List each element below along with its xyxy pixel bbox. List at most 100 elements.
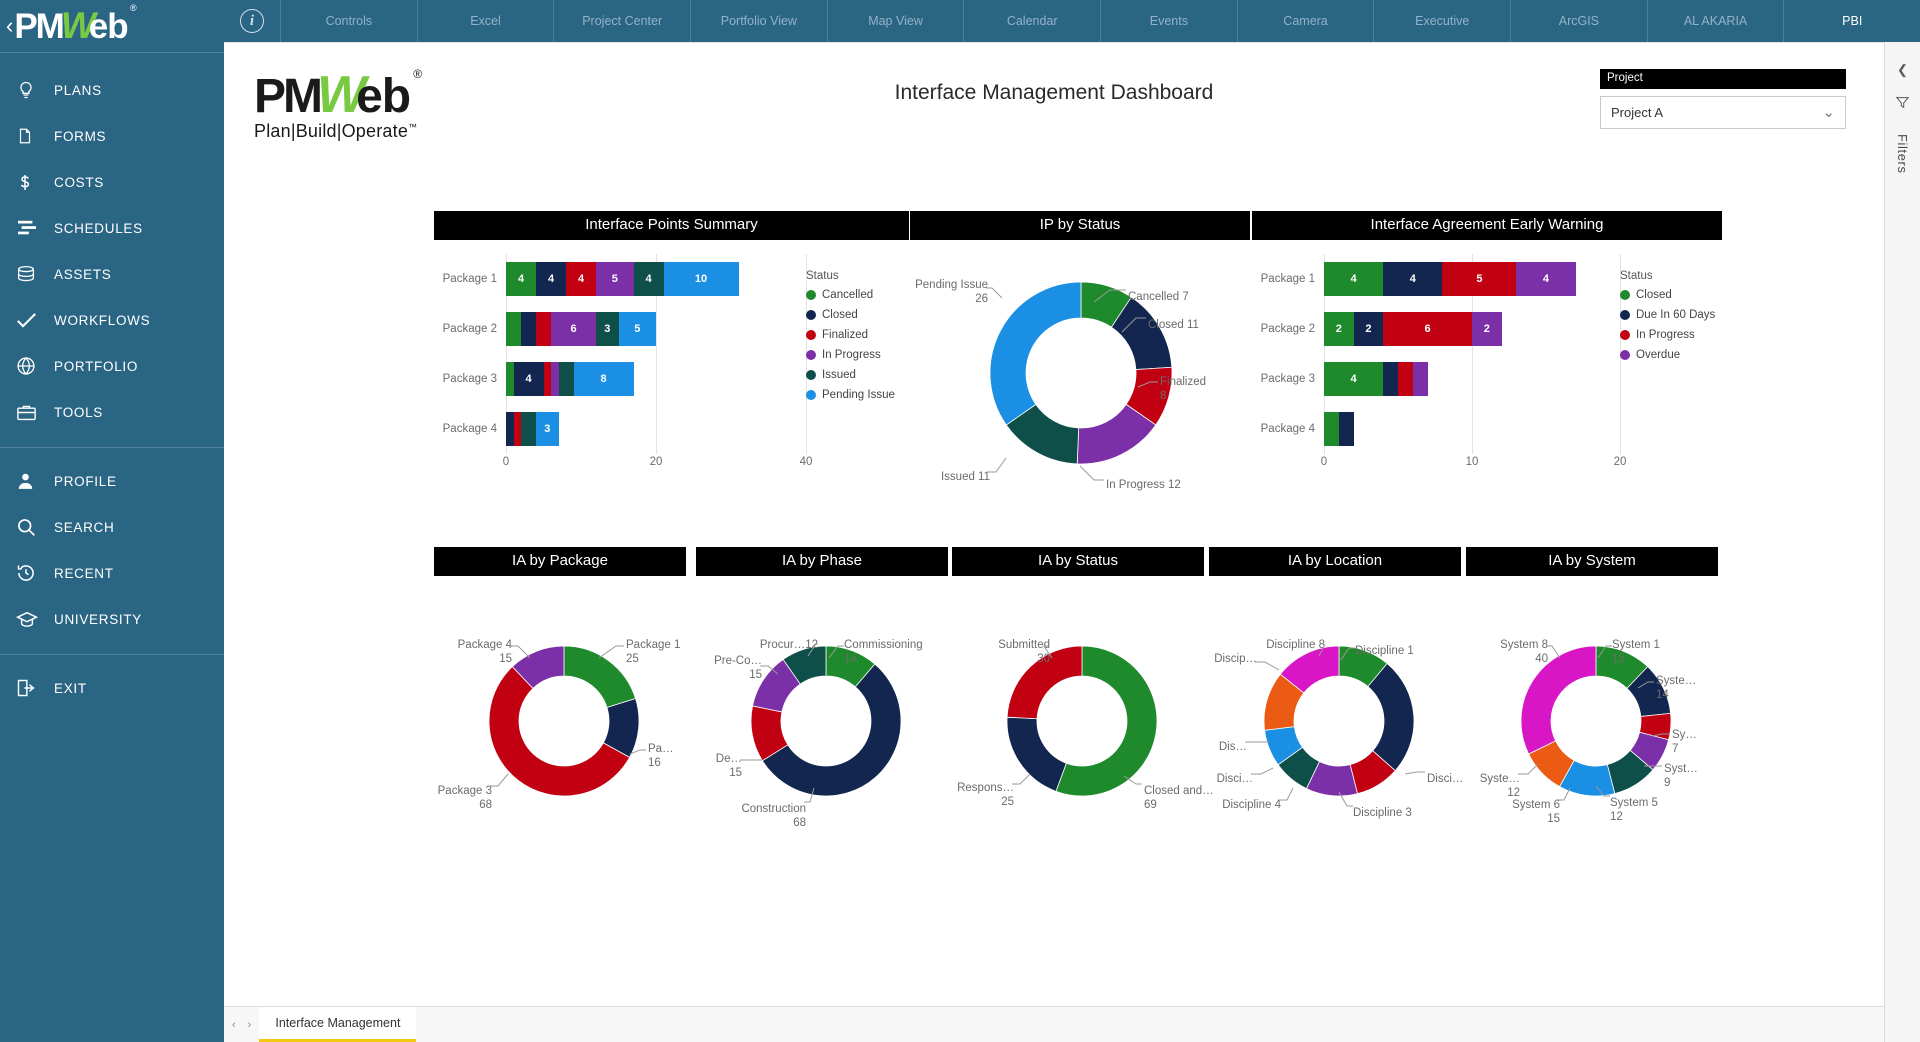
bar-category-label: Package 4 xyxy=(1252,423,1324,435)
tab-executive[interactable]: Executive xyxy=(1373,0,1510,42)
tab-map-view[interactable]: Map View xyxy=(827,0,964,42)
legend-color-dot xyxy=(1620,330,1630,340)
sidebar-item-university[interactable]: UNIVERSITY xyxy=(0,596,224,642)
bar-segment[interactable]: 4 xyxy=(1516,262,1575,296)
legend-item[interactable]: Finalized xyxy=(806,329,895,341)
chevron-left-icon[interactable]: ❮ xyxy=(1897,62,1908,78)
tab-excel[interactable]: Excel xyxy=(417,0,554,42)
bar-segment[interactable] xyxy=(536,312,551,346)
tab-portfolio-view[interactable]: Portfolio View xyxy=(690,0,827,42)
bar-segment[interactable] xyxy=(544,362,552,396)
page-tab-interface-management[interactable]: Interface Management xyxy=(259,1007,416,1042)
bar-segment[interactable] xyxy=(506,412,514,446)
tab-calendar[interactable]: Calendar xyxy=(963,0,1100,42)
bar-segment[interactable] xyxy=(559,362,574,396)
bar-segment[interactable]: 4 xyxy=(566,262,596,296)
filter-icon[interactable] xyxy=(1896,96,1909,112)
bar-stack: 4445410 xyxy=(506,262,739,296)
bar-segment[interactable]: 10 xyxy=(664,262,739,296)
sidebar-item-exit[interactable]: EXIT xyxy=(0,665,224,711)
donut-wrap: Commissioning14Construction68De…15Pre-Co… xyxy=(696,576,948,846)
lightbulb-icon xyxy=(16,80,54,100)
filters-label[interactable]: Filters xyxy=(1895,134,1910,174)
bar-segment[interactable] xyxy=(1324,412,1339,446)
sidebar-item-forms[interactable]: FORMS xyxy=(0,113,224,159)
tab-controls[interactable]: Controls xyxy=(280,0,417,42)
sidebar-item-schedules[interactable]: SCHEDULES xyxy=(0,205,224,251)
bar-segment[interactable] xyxy=(514,412,522,446)
sidebar-item-plans[interactable]: PLANS xyxy=(0,67,224,113)
tab-project-center[interactable]: Project Center xyxy=(553,0,690,42)
bar-segment[interactable]: 4 xyxy=(514,362,544,396)
bar-segment[interactable] xyxy=(521,312,536,346)
tab-pbi[interactable]: PBI xyxy=(1783,0,1920,42)
bar-segment[interactable]: 2 xyxy=(1472,312,1502,346)
tab-al-akaria[interactable]: AL AKARIA xyxy=(1647,0,1784,42)
legend-item[interactable]: Issued xyxy=(806,369,895,381)
page-next-icon[interactable]: › xyxy=(248,1019,252,1031)
sidebar-item-tools[interactable]: TOOLS xyxy=(0,389,224,435)
bar-track: 3 xyxy=(506,404,909,454)
legend-item[interactable]: Overdue xyxy=(1620,349,1715,361)
bar-segment[interactable]: 5 xyxy=(596,262,634,296)
sidebar-item-workflows[interactable]: WORKFLOWS xyxy=(0,297,224,343)
sidebar-item-label: TOOLS xyxy=(54,405,103,420)
bar-category-label: Package 1 xyxy=(1252,273,1324,285)
info-button[interactable]: i xyxy=(224,0,280,42)
bar-segment[interactable]: 2 xyxy=(1324,312,1354,346)
bar-segment[interactable]: 2 xyxy=(1354,312,1384,346)
bar-segment[interactable] xyxy=(1383,362,1398,396)
legend-item[interactable]: Closed xyxy=(1620,289,1715,301)
tab-events[interactable]: Events xyxy=(1100,0,1237,42)
bar-stack: 635 xyxy=(506,312,656,346)
sidebar-collapse-icon[interactable]: ‹ xyxy=(6,15,13,37)
bar-segment[interactable]: 4 xyxy=(1324,362,1383,396)
project-select[interactable]: Project A ⌄ xyxy=(1600,96,1846,129)
bar-segment[interactable] xyxy=(551,362,559,396)
legend-color-dot xyxy=(806,330,816,340)
bar-segment[interactable]: 4 xyxy=(634,262,664,296)
bar-segment[interactable]: 5 xyxy=(1442,262,1516,296)
sidebar-item-label: SCHEDULES xyxy=(54,221,143,236)
bar-segment[interactable] xyxy=(506,312,521,346)
sidebar-item-label: PLANS xyxy=(54,83,102,98)
bar-segment[interactable]: 6 xyxy=(1383,312,1472,346)
bar-segment[interactable] xyxy=(1398,362,1413,396)
sidebar-item-label: RECENT xyxy=(54,566,114,581)
bar-segment[interactable]: 4 xyxy=(1324,262,1383,296)
bar-segment[interactable]: 5 xyxy=(619,312,657,346)
bar-segment[interactable] xyxy=(1413,362,1428,396)
legend-item[interactable]: Closed xyxy=(806,309,895,321)
bar-segment[interactable] xyxy=(506,362,514,396)
sidebar-item-recent[interactable]: RECENT xyxy=(0,550,224,596)
sidebar-item-profile[interactable]: PROFILE xyxy=(0,458,224,504)
legend-item[interactable]: Due In 60 Days xyxy=(1620,309,1715,321)
sidebar-item-assets[interactable]: ASSETS xyxy=(0,251,224,297)
bar-segment[interactable]: 8 xyxy=(574,362,634,396)
bar-segment[interactable]: 6 xyxy=(551,312,596,346)
chart-legend: Status Closed Due In 60 Days In Progress… xyxy=(1620,270,1715,369)
bar-segment[interactable]: 4 xyxy=(506,262,536,296)
tab-camera[interactable]: Camera xyxy=(1237,0,1374,42)
legend-item[interactable]: Cancelled xyxy=(806,289,895,301)
brand-registered-icon: ® xyxy=(130,3,137,13)
bar-segment[interactable] xyxy=(521,412,536,446)
leader-lines xyxy=(1209,576,1461,846)
bar-segment[interactable]: 4 xyxy=(1383,262,1442,296)
bar-segment[interactable]: 4 xyxy=(536,262,566,296)
legend-item[interactable]: In Progress xyxy=(1620,329,1715,341)
sidebar-item-costs[interactable]: COSTS xyxy=(0,159,224,205)
legend-item[interactable]: In Progress xyxy=(806,349,895,361)
bar-segment[interactable] xyxy=(1339,412,1354,446)
pmweb-logo[interactable]: ‹ PM W eb ® xyxy=(0,0,224,52)
bar-segment[interactable]: 3 xyxy=(536,412,559,446)
sidebar-item-portfolio[interactable]: PORTFOLIO xyxy=(0,343,224,389)
bar-segment[interactable]: 3 xyxy=(596,312,619,346)
tab-arcgis[interactable]: ArcGIS xyxy=(1510,0,1647,42)
sidebar-item-search[interactable]: SEARCH xyxy=(0,504,224,550)
project-select-value: Project A xyxy=(1611,105,1663,120)
legend-item[interactable]: Pending Issue xyxy=(806,389,895,401)
page-nav-arrows[interactable]: ‹ › xyxy=(224,1007,259,1042)
page-prev-icon[interactable]: ‹ xyxy=(232,1019,236,1031)
sidebar-nav: PLANS FORMS COSTS SCHEDULES ASSETS WORKF… xyxy=(0,53,224,711)
